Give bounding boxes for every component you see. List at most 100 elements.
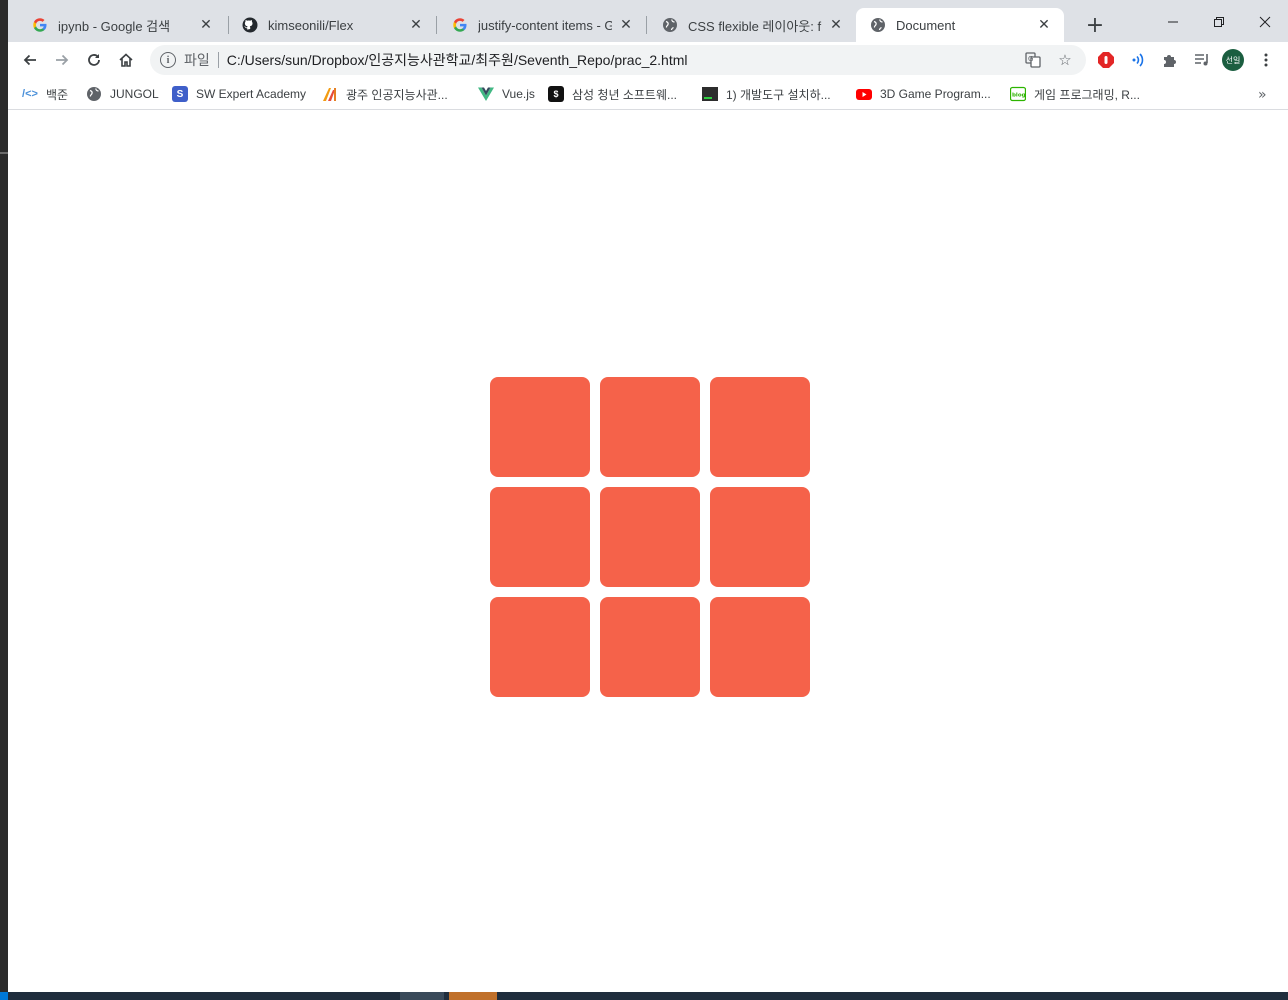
tab-kimseonili-flex[interactable]: kimseonili/Flex ✕: [228, 8, 436, 42]
close-tab-icon[interactable]: ✕: [1036, 17, 1052, 33]
bookmark-game-programming[interactable]: blog 게임 프로그래밍, R...: [1010, 83, 1140, 105]
page-viewport: [8, 111, 1288, 992]
taskbar-app[interactable]: [400, 992, 444, 1000]
edge-tick: [0, 152, 8, 154]
tab-document[interactable]: Document ✕: [856, 8, 1064, 42]
blog-icon: blog: [1010, 86, 1026, 102]
restore-button[interactable]: [1196, 8, 1242, 36]
back-arrow-icon: [23, 54, 36, 66]
tab-css-flexible[interactable]: CSS flexible 레이아웃: flex ✕: [648, 8, 856, 42]
bookmark-label: 게임 프로그래밍, R...: [1034, 87, 1140, 102]
reload-icon: [88, 54, 100, 66]
bookmark-label: 3D Game Program...: [880, 87, 991, 101]
flex-item: [490, 597, 590, 697]
tab-title: Document: [896, 17, 956, 33]
ai-academy-icon: [322, 86, 338, 102]
svg-text:blog: blog: [1012, 93, 1026, 99]
minimize-button[interactable]: [1150, 8, 1196, 36]
close-window-button[interactable]: [1242, 8, 1288, 36]
google-icon: [32, 17, 48, 33]
flex-item: [600, 377, 700, 477]
tab-justify-content[interactable]: justify-content items - Google ✕: [438, 8, 646, 42]
bookmark-jungol[interactable]: JUNGOL: [86, 83, 159, 105]
flex-item: [490, 377, 590, 477]
media-control-button[interactable]: [1188, 46, 1216, 74]
vue-icon: [478, 86, 494, 102]
ssafy-icon: $: [548, 86, 564, 102]
bookmark-ai-academy[interactable]: 광주 인공지능사관...: [322, 83, 448, 105]
tab-title: kimseonili/Flex: [268, 17, 354, 33]
flex-item: [490, 487, 590, 587]
extensions-button[interactable]: [1156, 46, 1184, 74]
back-button[interactable]: [16, 46, 44, 74]
bookmark-3d-game[interactable]: 3D Game Program...: [856, 83, 991, 105]
puzzle-icon: [1164, 55, 1176, 67]
flex-item: [710, 597, 810, 697]
bookmark-label: 삼성 청년 소프트웨...: [572, 87, 677, 102]
terminal-icon: [702, 86, 718, 102]
home-button[interactable]: [112, 46, 140, 74]
start-button[interactable]: [0, 992, 8, 1000]
bookmark-baekjoon[interactable]: /<> 백준: [22, 83, 68, 105]
close-icon: [1259, 16, 1271, 28]
profile-avatar[interactable]: 선일: [1222, 49, 1244, 71]
left-edge-bar: [0, 0, 8, 1000]
close-tab-icon[interactable]: ✕: [618, 17, 634, 33]
info-icon[interactable]: i: [160, 52, 176, 68]
more-bookmarks-icon[interactable]: »: [1258, 87, 1267, 103]
swea-icon: S: [172, 86, 188, 102]
google-icon: [452, 17, 468, 33]
bookmark-label: 광주 인공지능사관...: [346, 87, 448, 102]
tab-ipynb-search[interactable]: ipynb - Google 검색 ✕: [18, 8, 226, 42]
taskbar-app[interactable]: [449, 992, 497, 1000]
translate-icon[interactable]: G: [1024, 51, 1042, 69]
tab-title: justify-content items - Google: [478, 17, 612, 33]
bookmark-vuejs[interactable]: Vue.js: [478, 83, 535, 105]
signal-extension-button[interactable]: [1124, 46, 1152, 74]
playlist-icon: [1195, 54, 1208, 66]
omnibox-divider: [217, 52, 219, 68]
bookmark-dev-tools[interactable]: 1) 개발도구 설치하...: [702, 83, 831, 105]
signal-icon: [1132, 53, 1144, 67]
tab-divider: [646, 16, 647, 34]
flex-item: [600, 597, 700, 697]
svg-text:G: G: [1028, 55, 1033, 63]
forward-arrow-icon: [56, 54, 69, 66]
tab-divider: [436, 16, 437, 34]
tab-title: ipynb - Google 검색: [58, 18, 171, 34]
flex-item: [710, 487, 810, 587]
new-tab-button[interactable]: +: [1082, 12, 1108, 38]
adblock-icon: [1098, 52, 1114, 68]
browser-toolbar: i 파일 C:/Users/sun/Dropbox/인공지능사관학교/최주원/S…: [8, 42, 1288, 78]
bookmark-label: 1) 개발도구 설치하...: [726, 87, 831, 102]
github-icon: [242, 17, 258, 33]
home-icon: [119, 53, 133, 67]
baekjoon-icon: /<>: [22, 88, 38, 100]
globe-icon: [86, 86, 102, 102]
bookmark-label: Vue.js: [502, 87, 535, 101]
flex-item: [710, 377, 810, 477]
bookmark-swea[interactable]: S SW Expert Academy: [172, 83, 306, 105]
menu-button[interactable]: [1252, 46, 1280, 74]
globe-icon: [870, 17, 886, 33]
close-tab-icon[interactable]: ✕: [198, 17, 214, 33]
os-taskbar: [0, 992, 1288, 1000]
tab-strip: ipynb - Google 검색 ✕ kimseonili/Flex ✕ ju…: [8, 0, 1288, 42]
url-text[interactable]: C:/Users/sun/Dropbox/인공지능사관학교/최주원/Sevent…: [227, 50, 688, 70]
close-tab-icon[interactable]: ✕: [828, 17, 844, 33]
bookmark-label: JUNGOL: [110, 87, 159, 101]
youtube-icon: [856, 86, 872, 102]
adblock-extension-button[interactable]: [1092, 46, 1120, 74]
close-tab-icon[interactable]: ✕: [408, 17, 424, 33]
restore-icon: [1214, 17, 1224, 27]
reload-button[interactable]: [80, 46, 108, 74]
address-bar[interactable]: i 파일 C:/Users/sun/Dropbox/인공지능사관학교/최주원/S…: [150, 45, 1086, 75]
forward-button[interactable]: [48, 46, 76, 74]
tab-title: CSS flexible 레이아웃: flex: [688, 18, 822, 34]
flex-item: [600, 487, 700, 587]
bookmark-star-icon[interactable]: ☆: [1056, 51, 1074, 69]
bookmarks-bar: /<> 백준 JUNGOL S SW Expert Academy 광주 인공지…: [8, 78, 1288, 110]
bookmark-ssafy[interactable]: $ 삼성 청년 소프트웨...: [548, 83, 677, 105]
flex-container: [490, 377, 810, 697]
kebab-menu-icon: [1264, 53, 1268, 67]
